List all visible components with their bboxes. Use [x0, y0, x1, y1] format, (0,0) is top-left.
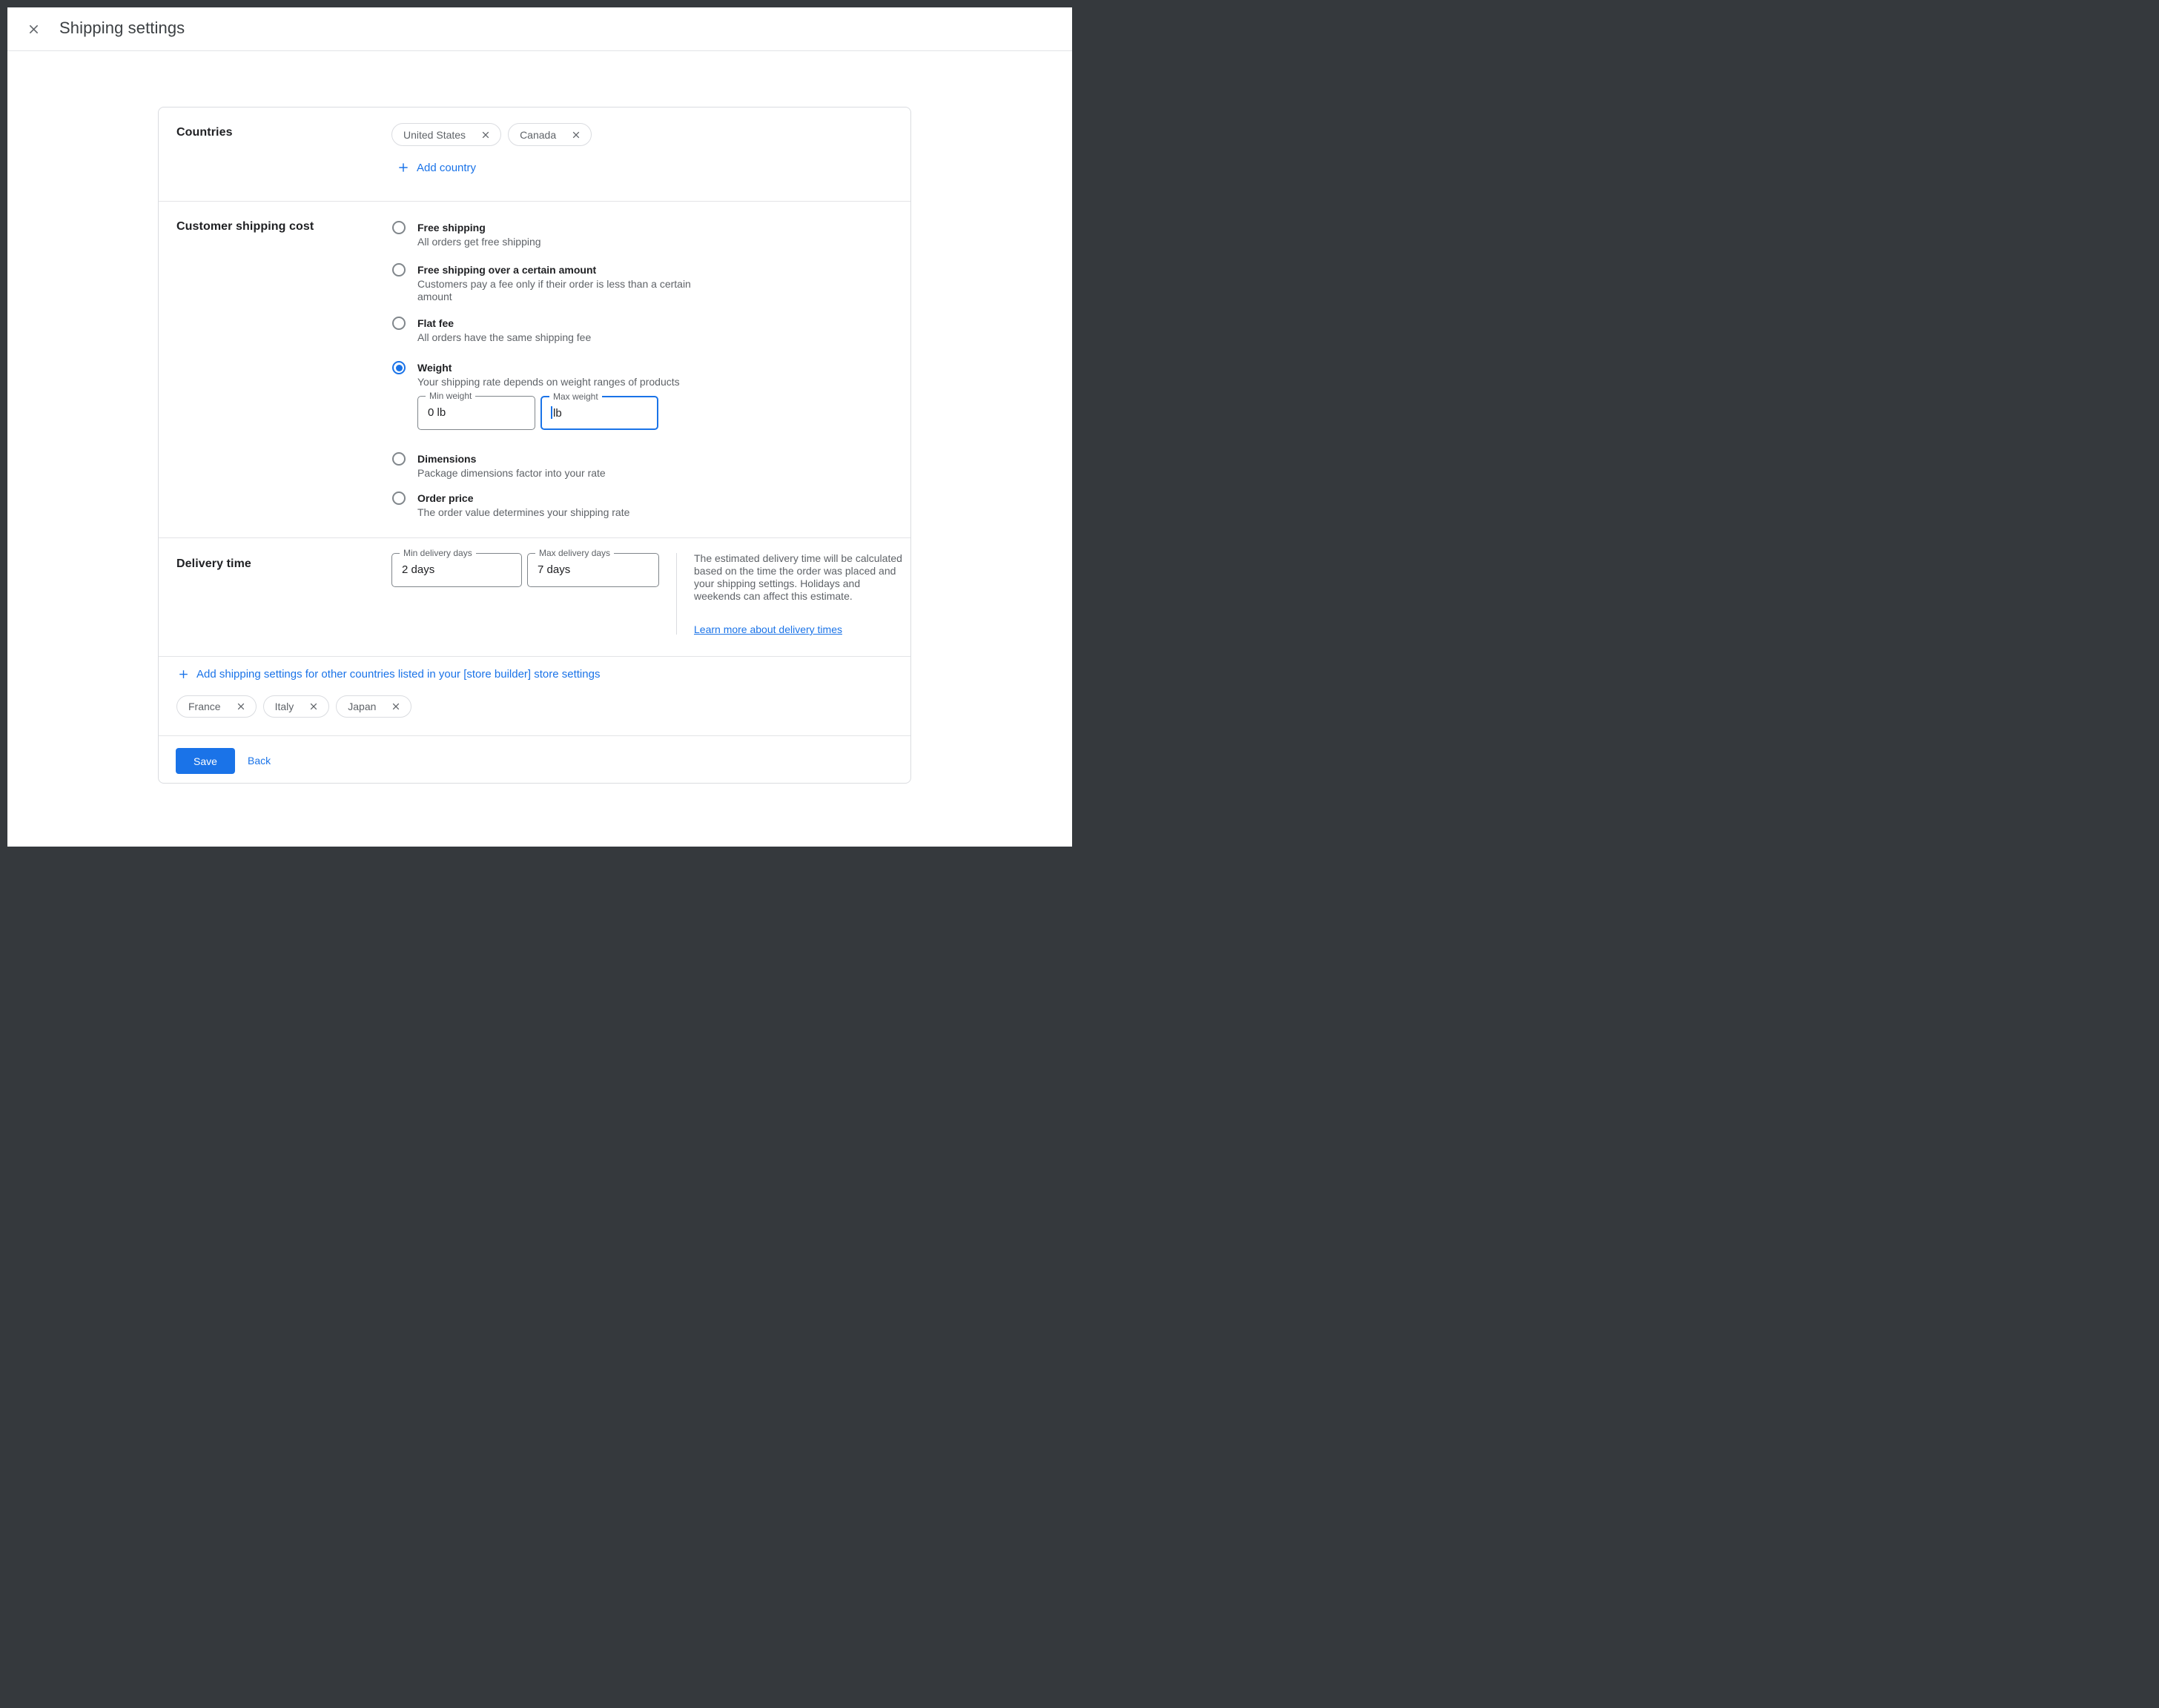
add-other-countries-label: Add shipping settings for other countrie…	[196, 668, 600, 681]
countries-section: Countries United States Canada	[159, 107, 910, 201]
chip-united-states[interactable]: United States	[391, 123, 501, 146]
remove-country-icon[interactable]	[308, 701, 319, 712]
chip-france[interactable]: France	[176, 695, 257, 718]
remove-country-icon[interactable]	[480, 130, 491, 140]
radio-selected-icon[interactable]	[392, 361, 406, 374]
back-button[interactable]: Back	[248, 755, 271, 767]
other-country-chip-row: France Italy Japan	[176, 695, 418, 718]
min-delivery-days-field[interactable]: Min delivery days 2 days	[391, 553, 522, 587]
chip-label: Italy	[275, 701, 294, 712]
remove-country-icon[interactable]	[236, 701, 246, 712]
add-country-label: Add country	[417, 162, 476, 174]
countries-label: Countries	[176, 126, 233, 139]
close-icon[interactable]	[25, 21, 42, 37]
max-delivery-days-value: 7 days	[538, 563, 570, 576]
option-title: Free shipping	[417, 220, 541, 235]
option-description: All orders have the same shipping fee	[417, 331, 591, 344]
radio-icon[interactable]	[392, 317, 406, 330]
shipping-cost-section: Customer shipping cost Free shipping All…	[159, 201, 910, 537]
add-other-countries-button[interactable]: Add shipping settings for other countrie…	[178, 666, 600, 682]
radio-icon[interactable]	[392, 452, 406, 466]
option-flat-fee[interactable]: Flat fee All orders have the same shippi…	[392, 316, 591, 344]
max-delivery-days-field[interactable]: Max delivery days 7 days	[527, 553, 659, 587]
max-weight-value: lb	[551, 406, 562, 420]
chip-canada[interactable]: Canada	[508, 123, 592, 146]
min-delivery-days-label: Min delivery days	[400, 548, 476, 558]
vertical-divider	[676, 553, 677, 635]
save-button[interactable]: Save	[176, 748, 235, 774]
page-title: Shipping settings	[59, 19, 185, 38]
chip-label: Japan	[348, 701, 376, 712]
option-description: The order value determines your shipping…	[417, 506, 629, 519]
remove-country-icon[interactable]	[391, 701, 401, 712]
option-description: Customers pay a fee only if their order …	[417, 278, 699, 303]
chip-label: United States	[403, 129, 466, 141]
min-weight-label: Min weight	[426, 391, 475, 401]
option-free-shipping[interactable]: Free shipping All orders get free shippi…	[392, 220, 541, 248]
option-title: Free shipping over a certain amount	[417, 262, 699, 277]
min-weight-value: 0 lb	[428, 406, 446, 419]
chip-label: Canada	[520, 129, 556, 141]
chip-italy[interactable]: Italy	[263, 695, 330, 718]
option-title: Weight	[417, 360, 680, 375]
remove-country-icon[interactable]	[571, 130, 581, 140]
country-chip-row: United States Canada	[391, 123, 598, 146]
option-free-shipping-over-amount[interactable]: Free shipping over a certain amount Cust…	[392, 262, 699, 303]
option-title: Dimensions	[417, 451, 606, 466]
option-description: All orders get free shipping	[417, 236, 541, 248]
max-delivery-days-label: Max delivery days	[535, 548, 614, 558]
max-weight-label: Max weight	[549, 391, 602, 402]
option-title: Flat fee	[417, 316, 591, 331]
other-countries-section: Add shipping settings for other countrie…	[159, 656, 910, 735]
option-description: Package dimensions factor into your rate	[417, 467, 606, 480]
shipping-settings-dialog: Shipping settings Countries United State…	[7, 7, 1072, 847]
option-title: Order price	[417, 491, 629, 506]
text-cursor	[551, 406, 552, 419]
radio-icon[interactable]	[392, 263, 406, 277]
delivery-time-section: Delivery time Min delivery days 2 days M…	[159, 537, 910, 656]
radio-icon[interactable]	[392, 221, 406, 234]
min-delivery-days-value: 2 days	[402, 563, 434, 576]
min-weight-field[interactable]: Min weight 0 lb	[417, 396, 535, 430]
footer-section: Save Back	[159, 735, 910, 784]
settings-card: Countries United States Canada	[158, 107, 911, 784]
option-description: Your shipping rate depends on weight ran…	[417, 376, 680, 388]
plus-icon	[178, 669, 189, 680]
add-country-button[interactable]: Add country	[397, 159, 476, 176]
chip-label: France	[188, 701, 221, 712]
option-dimensions[interactable]: Dimensions Package dimensions factor int…	[392, 451, 606, 480]
learn-more-link[interactable]: Learn more about delivery times	[694, 623, 842, 635]
chip-japan[interactable]: Japan	[336, 695, 411, 718]
plus-icon	[397, 162, 409, 173]
option-weight[interactable]: Weight Your shipping rate depends on wei…	[392, 360, 680, 388]
option-order-price[interactable]: Order price The order value determines y…	[392, 491, 629, 519]
delivery-time-label: Delivery time	[176, 557, 251, 571]
max-weight-field[interactable]: Max weight lb	[540, 396, 658, 430]
delivery-estimate-note: The estimated delivery time will be calc…	[694, 552, 903, 603]
dialog-header: Shipping settings	[7, 7, 1072, 51]
shipping-cost-label: Customer shipping cost	[176, 220, 314, 234]
radio-icon[interactable]	[392, 491, 406, 505]
